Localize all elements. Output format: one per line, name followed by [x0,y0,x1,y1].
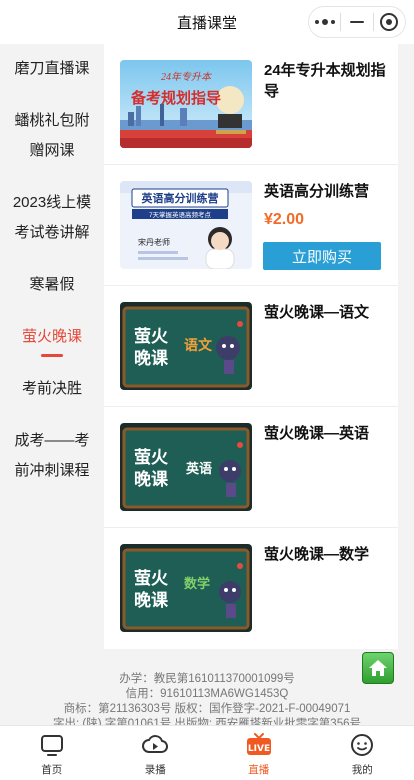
sidebar-item-holiday[interactable]: 寒暑假 [0,270,104,300]
tab-recorded[interactable]: 录播 [104,726,208,780]
sidebar-item-final-sprint[interactable]: 考前决胜 [0,374,104,404]
license-line: 信用：91610113MA6WG1453Q [125,688,289,700]
sidebar-item-yinghuo[interactable]: 萤火晚课 [0,322,104,357]
thumb-subject: 数学 [184,576,210,592]
mini-program-capsule [308,6,406,38]
tab-label: 首页 [41,764,63,776]
thumb-title-line: 晚课 [134,348,169,369]
nav-header: 直播课堂 [0,0,414,44]
sidebar-item-label: 寒暑假 [29,276,75,293]
thumb-title-line: 备考规划指导 [130,89,221,107]
thumb-title-line: 萤火 [134,327,169,347]
category-sidebar: 磨刀直播课 蟠桃礼包附 赠网课 2023线上模 考试卷讲解 寒暑假 萤火晚课 考… [0,44,104,649]
sidebar-item-label: 萤火晚课 [21,328,82,345]
list-item[interactable]: 24年专升本 备考规划指导 24年专升本规划指导 [104,44,398,165]
course-price: ¥2.00 [264,211,305,228]
target-icon [380,13,399,31]
tab-live[interactable]: LIVE 直播 [207,726,311,780]
sidebar-item-adult-exam[interactable]: 成考——考 前冲刺课程 [0,426,104,486]
course-thumbnail[interactable]: 萤火 晚课 语文 [120,302,252,390]
minus-icon [349,21,364,23]
course-name[interactable]: 英语高分训练营 [264,181,390,202]
course-thumbnail[interactable]: 萤火 晚课 数学 [120,544,252,632]
sidebar-item-label: 蟠桃礼包附 [14,112,90,129]
svg-text:LIVE: LIVE [248,744,270,754]
thumb-subtitle: 7天掌握英语高频考点 [149,210,212,219]
user-face-icon [351,734,374,756]
tab-label: 直播 [248,764,270,776]
teacher-name: 宋丹老师 [138,237,170,247]
sidebar-item-label: 考前决胜 [21,380,82,397]
tab-label: 我的 [351,764,373,776]
list-item[interactable]: 萤火 晚课 数学 萤火晚课—数学 [104,528,398,649]
thumb-title-line: 萤火 [134,448,169,468]
sidebar-item-label: 成考——考 [14,432,90,449]
more-dots-icon [314,19,335,25]
page-title: 直播课堂 [176,14,237,32]
minimize-button[interactable] [341,7,372,37]
cloud-play-icon [142,735,169,753]
course-thumbnail[interactable]: 24年专升本 备考规划指导 [120,60,252,148]
tab-label: 录播 [144,764,166,776]
sidebar-item-mock-exam[interactable]: 2023线上模 考试卷讲解 [0,188,104,248]
thumb-subject: 英语 [185,461,212,477]
license-info: 办学：教民第161011370001099号 信用：91610113MA6WG1… [0,672,414,732]
list-item[interactable]: 萤火 晚课 语文 萤火晚课—语文 [104,286,398,407]
sidebar-item-label: 磨刀直播课 [14,60,90,77]
buy-now-button[interactable]: 立即购买 [263,242,381,270]
tab-mine[interactable]: 我的 [311,726,414,780]
course-list: 24年专升本 备考规划指导 24年专升本规划指导 英语高分训练营 7天掌握英语高… [104,44,398,649]
active-indicator [41,354,63,357]
course-name[interactable]: 萤火晚课—英语 [264,423,390,444]
sidebar-item-pantao[interactable]: 蟠桃礼包附 赠网课 [0,106,104,166]
tab-home[interactable]: 首页 [0,726,104,780]
course-thumbnail[interactable]: 萤火 晚课 英语 [120,423,252,511]
thumb-subject: 语文 [184,337,213,354]
more-menu-button[interactable] [309,7,340,37]
thumb-title-line: 英语高分训练营 [141,191,219,205]
thumb-title-line: 萤火 [134,569,169,589]
list-item[interactable]: 英语高分训练营 7天掌握英语高频考点 宋丹老师 英语高分训练营 ¥2.00 立即… [104,165,398,286]
thumb-title-line: 晚课 [134,590,169,611]
home-icon [369,660,387,676]
thumb-title-line: 晚课 [134,469,169,490]
course-thumbnail[interactable]: 英语高分训练营 7天掌握英语高频考点 宋丹老师 [120,181,252,269]
sidebar-item-label: 赠网课 [29,142,75,159]
thumb-title-line: 24年专升本 [161,71,212,83]
live-icon: LIVE [246,733,271,755]
course-name[interactable]: 24年专升本规划指导 [264,60,390,102]
sidebar-item-label: 2023线上模 [12,194,92,211]
close-button[interactable] [374,7,405,37]
bottom-tab-bar: 首页 录播 LIVE 直播 我的 [0,725,414,780]
sidebar-item-label: 前冲刺课程 [14,462,90,479]
home-button[interactable] [362,652,394,684]
list-item[interactable]: 萤火 晚课 英语 萤火晚课—英语 [104,407,398,528]
course-name[interactable]: 萤火晚课—数学 [264,544,390,565]
sidebar-item-modao[interactable]: 磨刀直播课 [0,54,104,84]
tv-icon [40,735,63,756]
course-name[interactable]: 萤火晚课—语文 [264,302,390,323]
license-line: 办学：教民第161011370001099号 [119,673,295,685]
license-line: 商标：第21136303号 版权：国作登字-2021-F-00049071 [63,703,351,715]
sidebar-item-label: 考试卷讲解 [14,224,90,241]
